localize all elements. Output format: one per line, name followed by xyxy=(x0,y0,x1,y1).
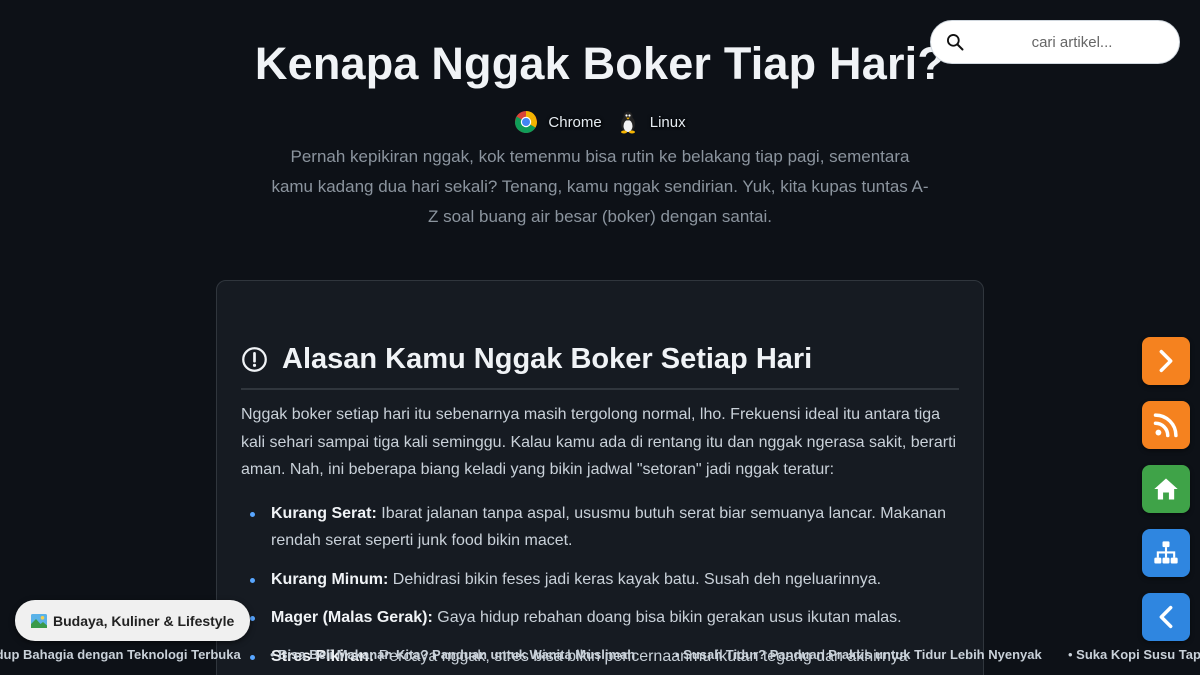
category-badge[interactable]: Budaya, Kuliner & Lifestyle xyxy=(15,600,251,641)
list-item: Kurang Minum: Dehidrasi bikin feses jadi… xyxy=(249,566,959,594)
chrome-icon xyxy=(515,111,538,133)
home-icon xyxy=(1154,478,1178,500)
article-intro: Pernah kepikiran nggak, kok temenmu bisa… xyxy=(271,147,929,226)
next-button[interactable] xyxy=(1142,337,1190,385)
reason-term: Kurang Serat: xyxy=(271,504,377,522)
home-button[interactable] xyxy=(1142,465,1190,513)
list-item: Mager (Malas Gerak): Gaya hidup rebahan … xyxy=(249,604,959,632)
rss-icon xyxy=(1153,413,1178,438)
sitemap-icon xyxy=(1154,541,1178,564)
alert-circle-icon xyxy=(242,347,267,372)
search-box[interactable] xyxy=(930,20,1180,64)
section-paragraph: Nggak boker setiap hari itu sebenarnya m… xyxy=(241,406,957,478)
reason-text: Gaya hidup rebahan doang bisa bikin gera… xyxy=(432,609,902,626)
category-label: Budaya, Kuliner & Lifestyle xyxy=(53,612,235,629)
side-navigation xyxy=(1142,337,1190,641)
chevron-right-icon xyxy=(1159,349,1173,373)
section-body: Nggak boker setiap hari itu sebenarnya m… xyxy=(241,401,959,675)
list-item: Kurang Serat: Ibarat jalanan tanpa aspal… xyxy=(249,500,959,555)
ticker-item[interactable]: • Suka Kopi Susu Tap xyxy=(1068,645,1200,665)
linux-tux-icon xyxy=(620,111,635,134)
ticker-item[interactable]: • Bisa Beli Makanan Kita? Panduan untuk … xyxy=(270,645,635,665)
section-heading: Alasan Kamu Nggak Boker Setiap Hari xyxy=(241,343,959,390)
chevron-left-icon xyxy=(1159,605,1173,629)
reason-text: Dehidrasi bikin feses jadi keras kayak b… xyxy=(388,570,882,588)
search-input[interactable] xyxy=(977,33,1167,51)
section-title: Alasan Kamu Nggak Boker Setiap Hari xyxy=(282,343,813,375)
ticker-item[interactable]: idup Bahagia dengan Teknologi Terbuka xyxy=(0,645,241,665)
landscape-picture-icon xyxy=(31,613,47,628)
platform-badges: Chrome Linux xyxy=(0,110,1200,134)
platform-chrome: Chrome xyxy=(514,110,602,134)
reason-term: Mager (Malas Gerak): xyxy=(271,609,433,626)
sitemap-button[interactable] xyxy=(1142,529,1190,577)
prev-button[interactable] xyxy=(1142,593,1190,641)
platform-linux: Linux xyxy=(616,110,686,134)
platform-label: Linux xyxy=(649,113,686,131)
reason-term: Kurang Minum: xyxy=(271,570,389,588)
rss-button[interactable] xyxy=(1142,401,1190,449)
platform-label: Chrome xyxy=(548,113,602,131)
news-ticker[interactable]: idup Bahagia dengan Teknologi Terbuka • … xyxy=(0,645,1200,665)
content-card: Alasan Kamu Nggak Boker Setiap Hari Ngga… xyxy=(216,280,984,675)
search-icon xyxy=(947,34,964,51)
ticker-item[interactable]: • Susah Tidur? Panduan Praktis untuk Tid… xyxy=(675,645,1042,665)
